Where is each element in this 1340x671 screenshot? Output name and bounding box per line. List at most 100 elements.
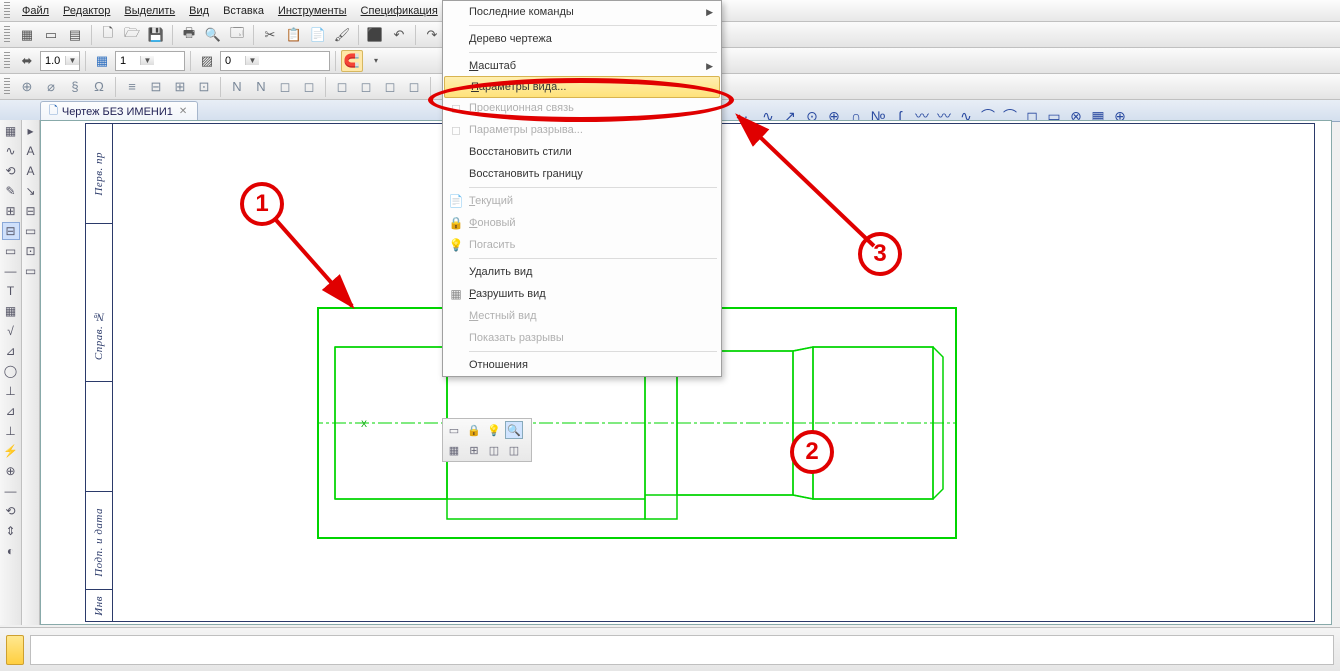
side-tool-button[interactable]: ▭ bbox=[22, 222, 40, 240]
context-menu-item[interactable]: Последние команды▶ bbox=[443, 1, 721, 23]
menu-item-label: Отношения bbox=[469, 359, 713, 371]
left-toolbar-primary: ▦ ∿ ⟲ ✎ ⊞ ⊟ ▭ — T ▦ √ ⊿ ◯ ⊥ ⊿ ⊥ ⚡ ⊕ — ⟲ ⇕ ◐ bbox=[0, 120, 22, 625]
toolbar-button[interactable]: N bbox=[250, 76, 272, 98]
side-tool-button[interactable]: — bbox=[2, 482, 20, 500]
side-tool-button[interactable]: ⊿ bbox=[2, 342, 20, 360]
context-menu-item[interactable]: ▦Разрушить вид bbox=[443, 283, 721, 305]
side-tool-button[interactable]: ⟲ bbox=[2, 162, 20, 180]
side-tool-button[interactable]: ▦ bbox=[2, 302, 20, 320]
menu-select[interactable]: Выделить bbox=[118, 3, 181, 19]
hatch-icon[interactable]: ▨ bbox=[196, 50, 218, 72]
layer-icon[interactable]: ▦ bbox=[91, 50, 113, 72]
toolbar-button[interactable]: ⌀ bbox=[40, 76, 62, 98]
context-menu-item[interactable]: Восстановить границу bbox=[443, 163, 721, 185]
toolbar-button[interactable]: 💾 bbox=[145, 24, 167, 46]
toolbar-button[interactable]: 🖶 bbox=[178, 24, 200, 46]
side-tool-button[interactable]: A bbox=[22, 162, 40, 180]
line-style-icon[interactable]: ⬌ bbox=[16, 50, 38, 72]
toolbar-button[interactable]: ◻ bbox=[298, 76, 320, 98]
mini-toolbar-button[interactable]: ◫ bbox=[505, 441, 523, 459]
toolbar-button[interactable]: ≡ bbox=[121, 76, 143, 98]
side-tool-button[interactable]: ⟲ bbox=[2, 502, 20, 520]
hatch-combo[interactable]: 0▼ bbox=[220, 51, 330, 71]
toolbar-button[interactable]: 🗁 bbox=[121, 24, 143, 46]
menu-tools[interactable]: Инструменты bbox=[272, 3, 353, 19]
side-tool-button[interactable]: ▦ bbox=[2, 122, 20, 140]
toolbar-button[interactable]: ◻ bbox=[379, 76, 401, 98]
side-tool-button[interactable]: ◯ bbox=[2, 362, 20, 380]
side-tool-button[interactable]: — bbox=[2, 262, 20, 280]
toolbar-button[interactable]: ◻ bbox=[331, 76, 353, 98]
toolbar-button[interactable]: Ω bbox=[88, 76, 110, 98]
side-tool-button[interactable]: A bbox=[22, 142, 40, 160]
menu-editor[interactable]: Редактор bbox=[57, 3, 116, 19]
toolbar-button[interactable]: ⊕ bbox=[16, 76, 38, 98]
mini-toolbar-button[interactable]: ◫ bbox=[485, 441, 503, 459]
side-tool-button[interactable]: ⊿ bbox=[2, 402, 20, 420]
side-tool-button[interactable]: ⊥ bbox=[2, 422, 20, 440]
context-menu-item[interactable]: Отношения bbox=[443, 354, 721, 376]
context-menu-item[interactable]: Удалить вид bbox=[443, 261, 721, 283]
side-tool-button[interactable]: ✎ bbox=[2, 182, 20, 200]
side-tool-button[interactable]: ↘ bbox=[22, 182, 40, 200]
side-tool-button[interactable]: ⊟ bbox=[2, 222, 20, 240]
side-tool-button[interactable]: ◐ bbox=[2, 542, 20, 560]
context-menu-item[interactable]: Масштаб▶ bbox=[443, 55, 721, 77]
toolbar-button[interactable]: ◻ bbox=[274, 76, 296, 98]
mini-toolbar-button[interactable]: ▭ bbox=[445, 421, 463, 439]
toolbar-button[interactable]: 🖌 bbox=[331, 24, 353, 46]
frame-label: Перв. пр bbox=[89, 127, 109, 221]
side-tool-button[interactable]: ⊡ bbox=[22, 242, 40, 260]
toolbar-button[interactable]: ◻ bbox=[403, 76, 425, 98]
side-tool-button[interactable]: √ bbox=[2, 322, 20, 340]
toolbar-button[interactable]: ⊡ bbox=[193, 76, 215, 98]
toolbar-button[interactable]: N bbox=[226, 76, 248, 98]
context-menu-item[interactable]: Дерево чертежа bbox=[443, 28, 721, 50]
command-input[interactable] bbox=[30, 635, 1334, 665]
toolbar-button[interactable]: ◻ bbox=[355, 76, 377, 98]
mini-toolbar-button[interactable]: 🔍 bbox=[505, 421, 523, 439]
toolbar-button[interactable]: ▤ bbox=[64, 24, 86, 46]
side-tool-button[interactable]: T bbox=[2, 282, 20, 300]
side-tool-button[interactable]: ▭ bbox=[2, 242, 20, 260]
document-tab[interactable]: 🗋 Чертеж БЕЗ ИМЕНИ1 ✕ bbox=[40, 101, 198, 121]
toolbar-button[interactable]: ✂ bbox=[259, 24, 281, 46]
side-tool-button[interactable]: ⊟ bbox=[22, 202, 40, 220]
toolbar-button[interactable]: ↶ bbox=[388, 24, 410, 46]
toolbar-button[interactable]: 📋 bbox=[283, 24, 305, 46]
magnet-dd-icon[interactable]: ▾ bbox=[365, 50, 387, 72]
side-tool-button[interactable]: ▸ bbox=[22, 122, 40, 140]
menu-file[interactable]: Файл bbox=[16, 3, 55, 19]
close-icon[interactable]: ✕ bbox=[177, 106, 189, 117]
side-tool-button[interactable]: ⊞ bbox=[2, 202, 20, 220]
line-thickness-combo[interactable]: 1.0▼ bbox=[40, 51, 80, 71]
mini-toolbar-button[interactable]: 💡 bbox=[485, 421, 503, 439]
toolbar-button[interactable]: 🗋 bbox=[97, 24, 119, 46]
toolbar-button[interactable]: 📄 bbox=[307, 24, 329, 46]
mini-toolbar-button[interactable]: ⊞ bbox=[465, 441, 483, 459]
side-tool-button[interactable]: ∿ bbox=[2, 142, 20, 160]
toolbar-button[interactable]: ▦ bbox=[16, 24, 38, 46]
command-play-button[interactable] bbox=[6, 635, 24, 665]
toolbar-button[interactable]: ⊞ bbox=[169, 76, 191, 98]
mini-toolbar-button[interactable]: ▦ bbox=[445, 441, 463, 459]
side-tool-button[interactable]: ⊕ bbox=[2, 462, 20, 480]
toolbar-button[interactable]: ▭ bbox=[40, 24, 62, 46]
context-menu-item[interactable]: Восстановить стили bbox=[443, 141, 721, 163]
side-tool-button[interactable]: ▭ bbox=[22, 262, 40, 280]
magnet-icon[interactable]: 🧲 bbox=[341, 50, 363, 72]
layer-combo[interactable]: 1▼ bbox=[115, 51, 185, 71]
toolbar-button[interactable]: 🗔 bbox=[226, 24, 248, 46]
side-tool-button[interactable]: ⚡ bbox=[2, 442, 20, 460]
toolbar-button[interactable]: ⬛ bbox=[364, 24, 386, 46]
toolbar-button[interactable]: ⊟ bbox=[145, 76, 167, 98]
toolbar-button[interactable]: 🔍 bbox=[202, 24, 224, 46]
menu-view[interactable]: Вид bbox=[183, 3, 215, 19]
toolbar-button[interactable]: ↷ bbox=[421, 24, 443, 46]
menu-insert[interactable]: Вставка bbox=[217, 3, 270, 19]
side-tool-button[interactable]: ⊥ bbox=[2, 382, 20, 400]
side-tool-button[interactable]: ⇕ bbox=[2, 522, 20, 540]
mini-toolbar-button[interactable]: 🔒 bbox=[465, 421, 483, 439]
menu-specification[interactable]: Спецификация bbox=[355, 3, 444, 19]
toolbar-button[interactable]: § bbox=[64, 76, 86, 98]
